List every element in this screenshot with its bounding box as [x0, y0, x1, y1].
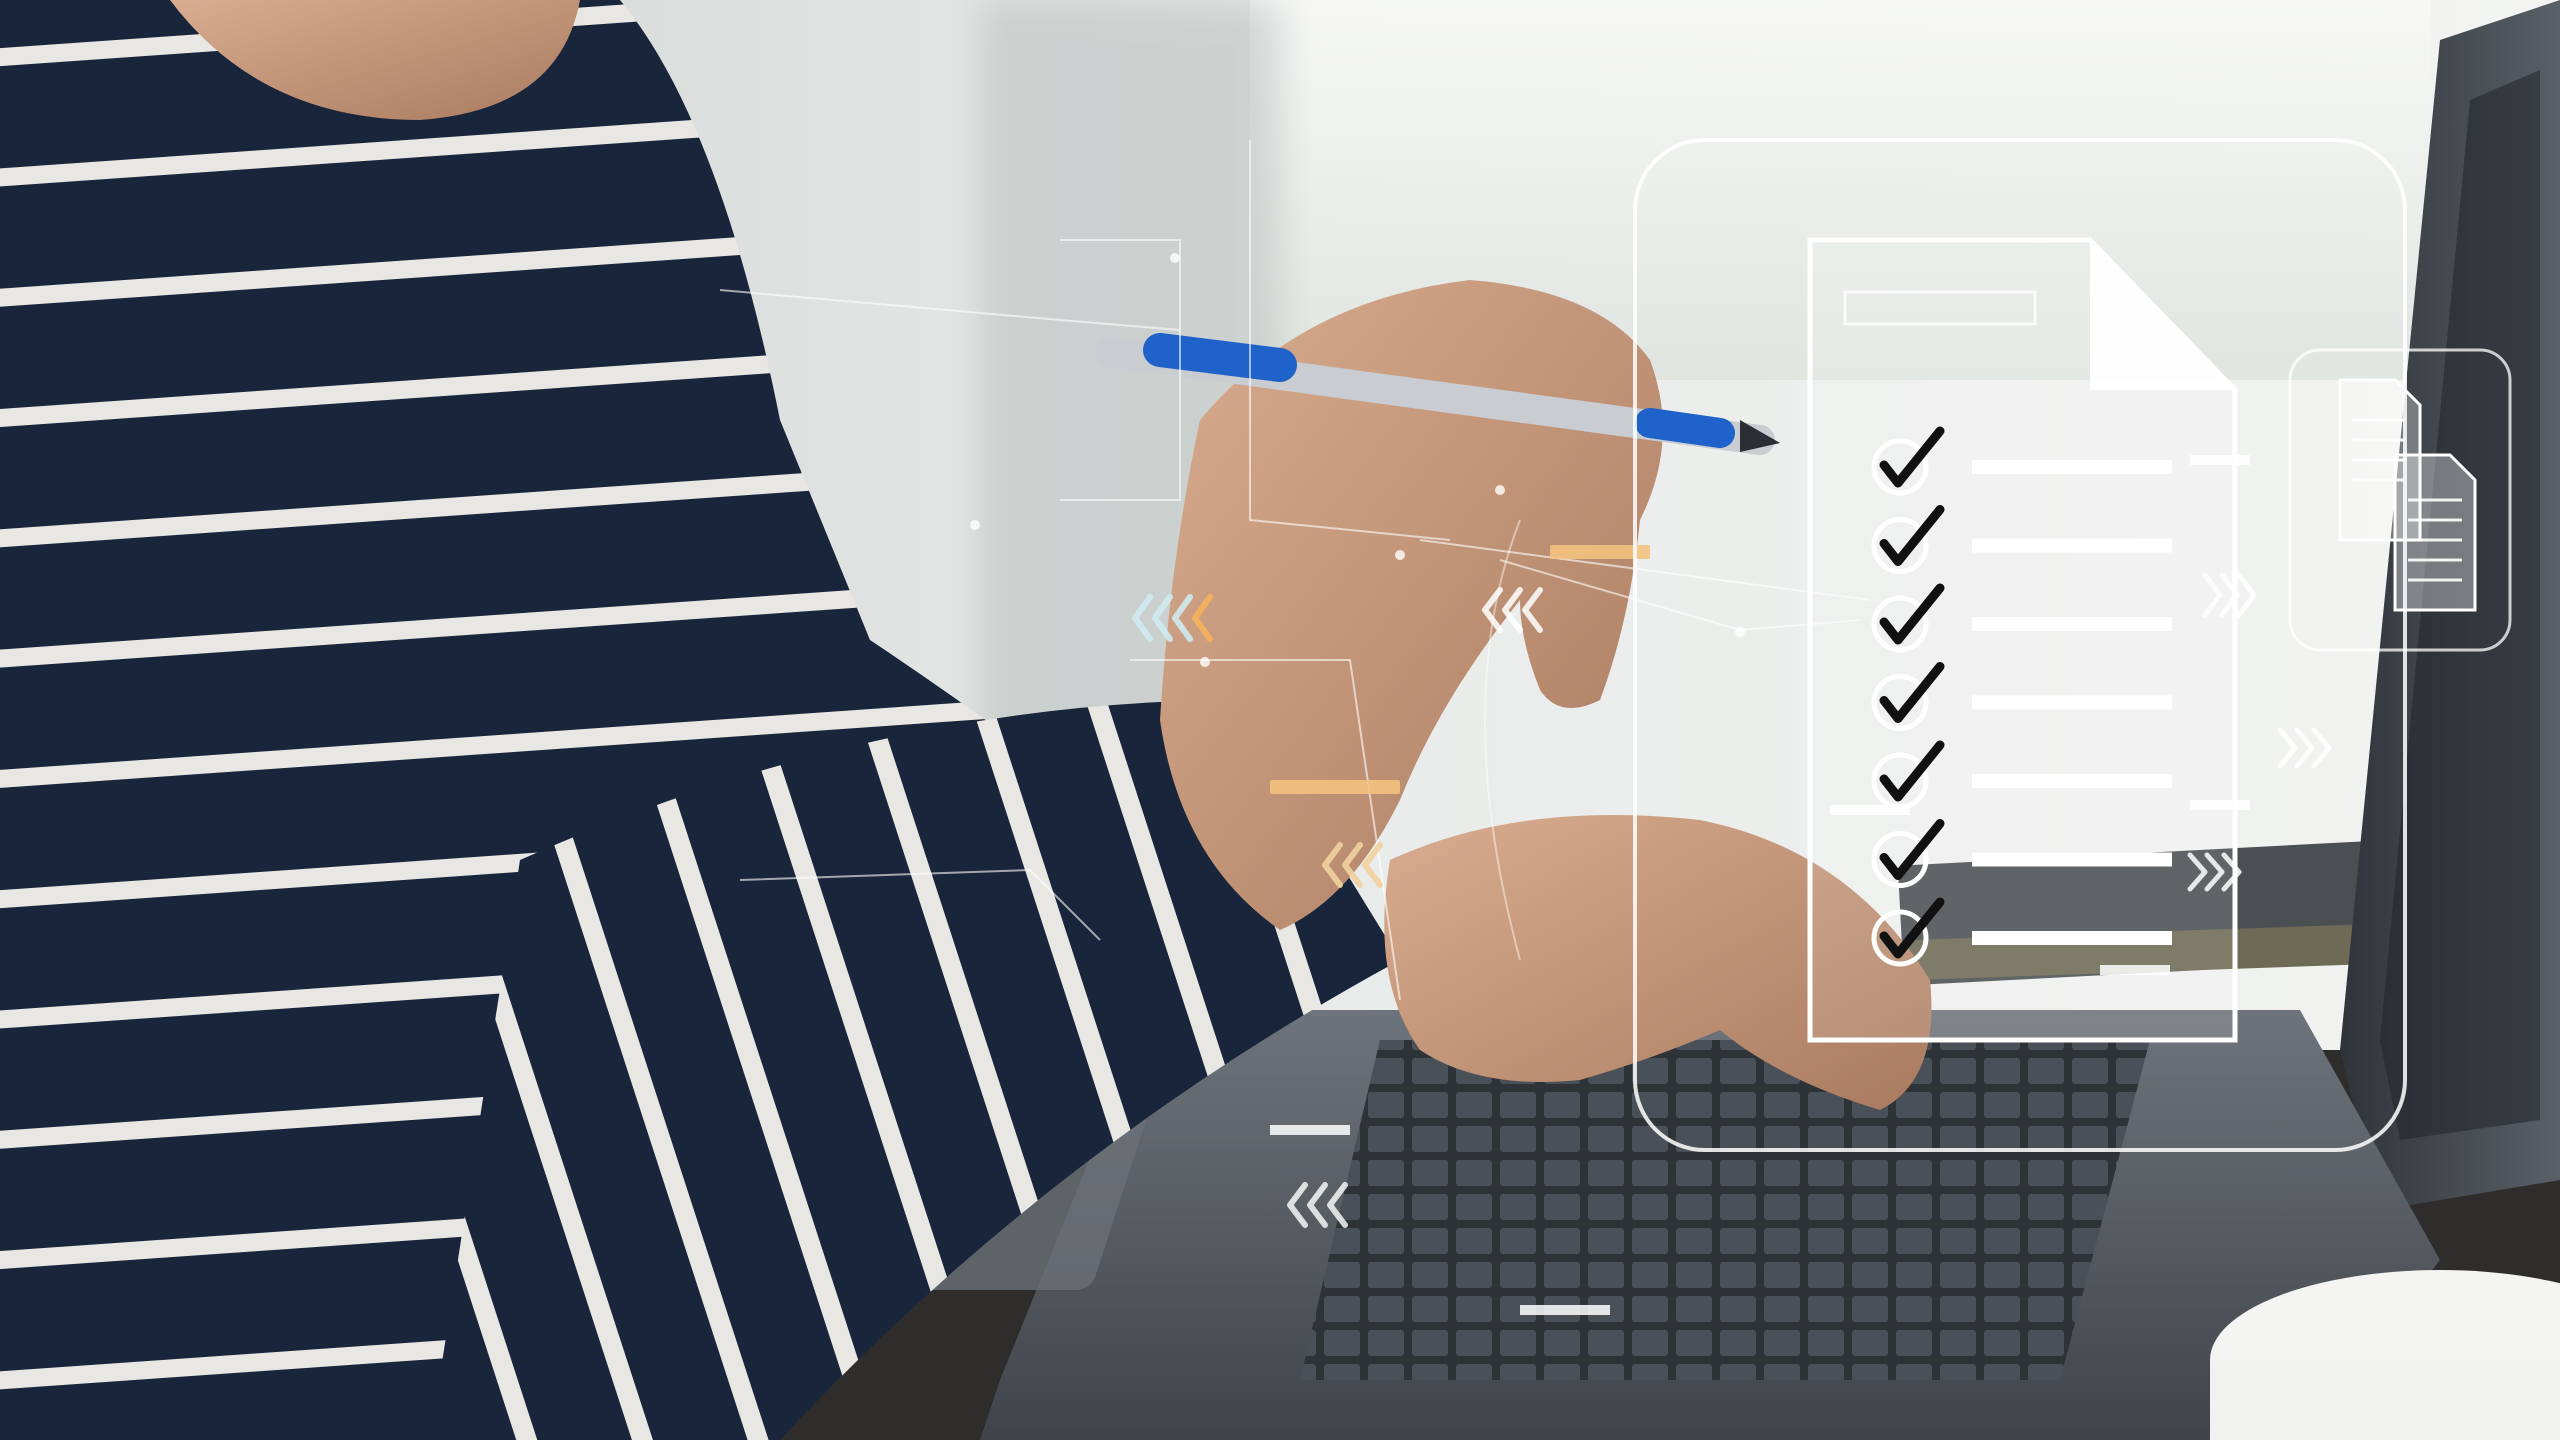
checklist-line [1972, 538, 2172, 553]
keyboard [1300, 1040, 2150, 1380]
document-checklist-icon [1807, 237, 2238, 1043]
checklist-line [1972, 695, 2172, 710]
checklist-line [1972, 931, 2172, 945]
checklist-line [1972, 852, 2172, 867]
checklist-line [1972, 460, 2172, 474]
checklist-line [1972, 617, 2172, 631]
photo-scene [0, 0, 2560, 1440]
checklist-line [1972, 774, 2172, 788]
photo-illustration [0, 0, 2560, 1440]
